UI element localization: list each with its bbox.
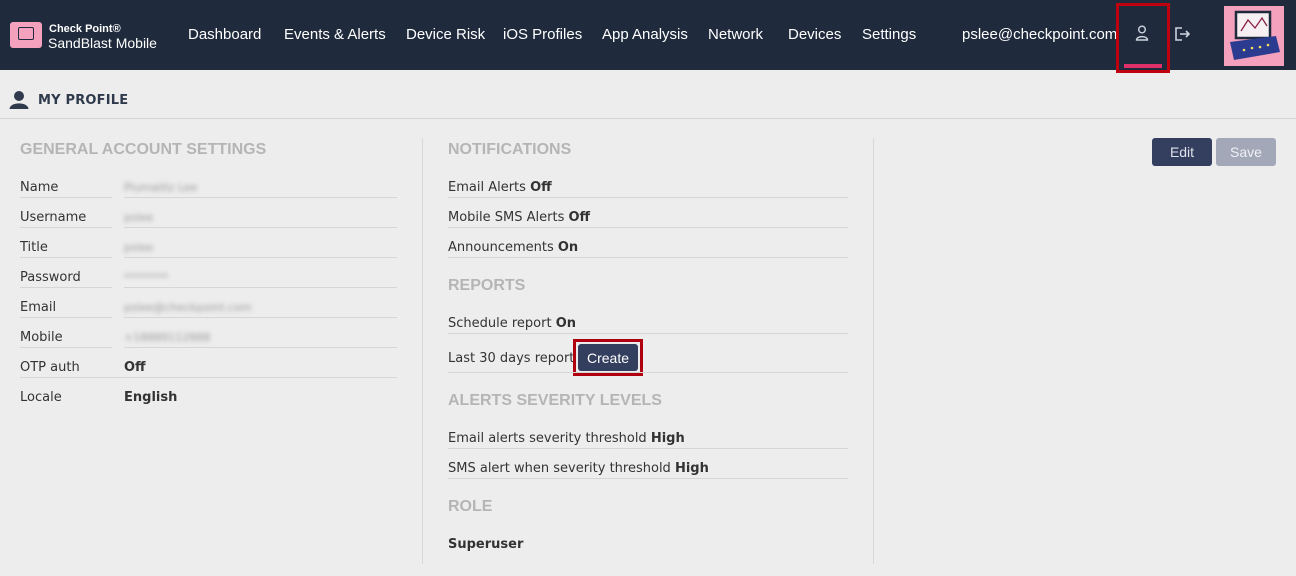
row-divider: [448, 478, 848, 479]
sms-severity-setting: SMS alert when severity threshold High: [448, 461, 709, 476]
brand-company: Check Point®: [49, 23, 121, 35]
severity-heading: ALERTS SEVERITY LEVELS: [448, 392, 662, 409]
create-report-button[interactable]: Create: [578, 344, 638, 371]
person-icon: [9, 91, 29, 109]
schedule-report-setting: Schedule report On: [448, 316, 576, 331]
brand-product[interactable]: SandBlast Mobile: [48, 35, 157, 51]
schedule-report-value: On: [555, 316, 577, 331]
row-divider: [124, 347, 397, 348]
email-alerts-label: Email Alerts: [448, 180, 526, 195]
title-label: Title: [20, 240, 48, 255]
email-label: Email: [20, 300, 57, 315]
nav-device-risk[interactable]: Device Risk: [406, 26, 485, 43]
notifications-heading: NOTIFICATIONS: [448, 141, 572, 158]
row-divider: [20, 227, 112, 228]
mobile-label: Mobile: [20, 330, 63, 345]
email-severity-value: High: [650, 431, 685, 446]
check-point-logo-icon[interactable]: [10, 22, 42, 48]
email-severity-setting: Email alerts severity threshold High: [448, 431, 685, 446]
user-email: pslee@checkpoint.com: [962, 26, 1118, 43]
save-button[interactable]: Save: [1216, 138, 1276, 166]
announcements-label: Announcements: [448, 240, 554, 255]
sms-alerts-setting: Mobile SMS Alerts Off: [448, 210, 590, 225]
locale-value: English: [124, 390, 178, 405]
email-severity-label: Email alerts severity threshold: [448, 431, 647, 446]
user-icon[interactable]: [1135, 25, 1149, 41]
announcements-value: On: [557, 240, 579, 255]
logout-icon[interactable]: [1173, 26, 1191, 42]
nav-dashboard[interactable]: Dashboard: [188, 26, 261, 43]
edit-button[interactable]: Edit: [1152, 138, 1212, 166]
announcements-setting: Announcements On: [448, 240, 578, 255]
row-divider: [20, 317, 112, 318]
row-divider: [448, 257, 848, 258]
row-divider: [124, 197, 397, 198]
nav-events-alerts[interactable]: Events & Alerts: [284, 26, 386, 43]
sms-severity-label: SMS alert when severity threshold: [448, 461, 671, 476]
row-divider: [448, 372, 848, 373]
role-heading: ROLE: [448, 498, 493, 515]
username-value: pslee: [124, 211, 154, 224]
column-divider: [873, 138, 874, 564]
sms-severity-value: High: [674, 461, 709, 476]
sms-alerts-label: Mobile SMS Alerts: [448, 210, 565, 225]
nav-devices[interactable]: Devices: [788, 26, 841, 43]
nav-settings[interactable]: Settings: [862, 26, 916, 43]
username-label: Username: [20, 210, 87, 225]
header-divider: [0, 118, 1296, 119]
row-divider: [448, 197, 848, 198]
column-divider: [422, 138, 423, 564]
role-value: Superuser: [448, 537, 524, 552]
page-title: MY PROFILE: [38, 93, 129, 108]
last-30-days-report-label: Last 30 days report: [448, 351, 575, 366]
schedule-report-label: Schedule report: [448, 316, 552, 331]
row-divider: [124, 317, 397, 318]
locale-label: Locale: [20, 390, 62, 405]
row-divider: [20, 347, 112, 348]
row-divider: [20, 257, 112, 258]
nav-app-analysis[interactable]: App Analysis: [602, 26, 688, 43]
row-divider: [448, 227, 848, 228]
row-divider: [20, 197, 112, 198]
sms-alerts-value: Off: [568, 210, 591, 225]
nav-ios-profiles[interactable]: iOS Profiles: [503, 26, 582, 43]
nav-network[interactable]: Network: [708, 26, 763, 43]
name-value: Plumalitz Lee: [124, 181, 198, 194]
row-divider: [124, 227, 397, 228]
otp-auth-label: OTP auth: [20, 360, 80, 375]
email-alerts-value: Off: [530, 180, 552, 195]
password-value: ********: [124, 271, 168, 284]
mobile-value: +18889112888: [124, 331, 211, 344]
active-indicator: [1124, 64, 1162, 68]
row-divider: [448, 448, 848, 449]
email-value: pslee@checkpoint.com: [124, 301, 252, 314]
row-divider: [448, 333, 848, 334]
row-divider: [20, 377, 397, 378]
row-divider: [124, 287, 397, 288]
name-label: Name: [20, 180, 59, 195]
row-divider: [124, 257, 397, 258]
reports-heading: REPORTS: [448, 277, 526, 294]
email-alerts-setting: Email Alerts Off: [448, 180, 552, 195]
row-divider: [20, 287, 112, 288]
title-value: pslee: [124, 241, 154, 254]
top-navigation-bar: Check Point® SandBlast Mobile Dashboard …: [0, 0, 1296, 70]
password-label: Password: [20, 270, 81, 285]
avatar[interactable]: [1224, 6, 1284, 66]
otp-auth-value: Off: [124, 360, 146, 375]
general-settings-heading: GENERAL ACCOUNT SETTINGS: [20, 141, 267, 158]
